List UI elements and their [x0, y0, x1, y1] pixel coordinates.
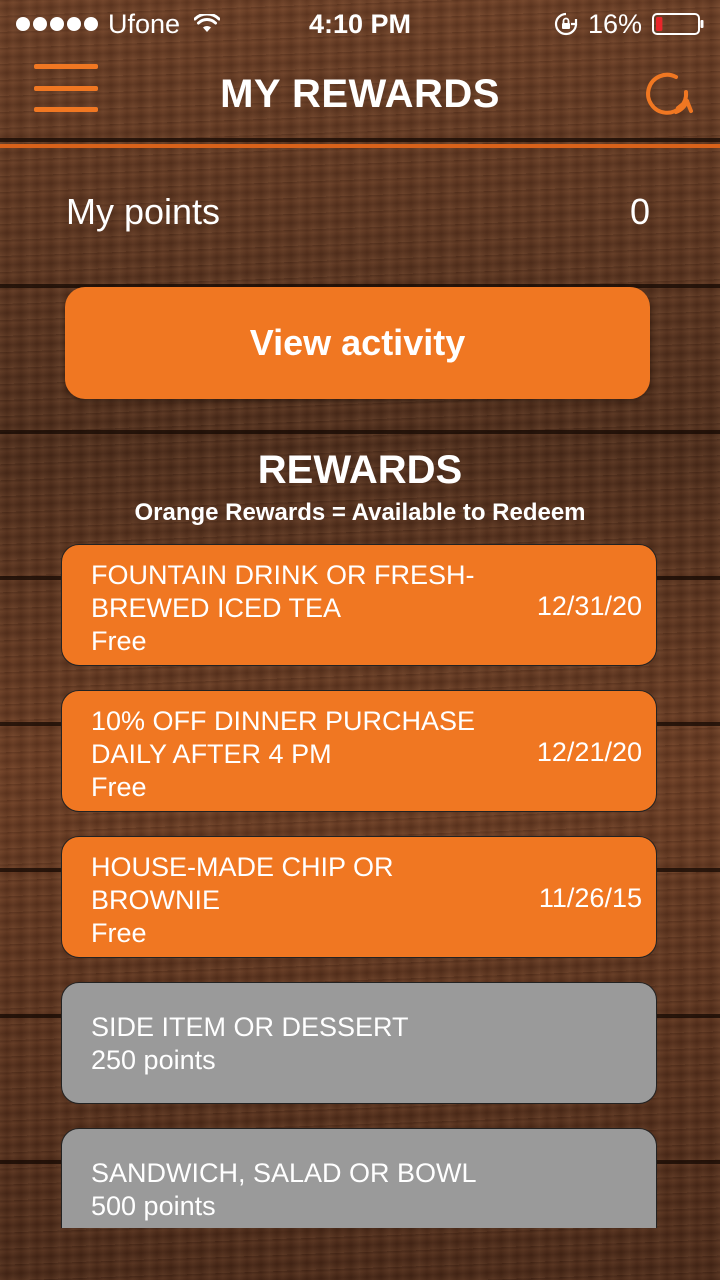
- battery-percent: 16%: [587, 8, 642, 39]
- reward-expiry-date: 12/31/20: [536, 591, 642, 621]
- reward-name: SANDWICH, SALAD OR BOWL: [91, 1158, 477, 1188]
- reward-cost: Free: [91, 918, 147, 948]
- view-activity-button[interactable]: View activity: [65, 287, 650, 399]
- battery-icon: [652, 13, 704, 35]
- reward-name: SIDE ITEM OR DESSERT: [91, 1012, 409, 1042]
- points-value: 0: [629, 191, 650, 232]
- rewards-title: REWARDS: [257, 448, 463, 492]
- points-row: My points 0: [66, 188, 650, 236]
- status-right: 16%: [554, 9, 704, 40]
- reward-card[interactable]: SIDE ITEM OR DESSERT 250 points: [61, 982, 657, 1104]
- reward-name: HOUSE-MADE CHIP OR BROWNIE: [91, 852, 394, 915]
- reward-expiry-date: 12/21/20: [536, 737, 642, 767]
- status-left: Ufone: [16, 9, 276, 40]
- orientation-lock-icon: [554, 12, 578, 36]
- reward-list: FOUNTAIN DRINK OR FRESH-BREWED ICED TEA …: [61, 544, 657, 1228]
- header-divider: [0, 144, 720, 148]
- reward-cost: Free: [91, 626, 147, 656]
- reward-name: FOUNTAIN DRINK OR FRESH-BREWED ICED TEA: [91, 560, 475, 623]
- rewards-subtitle: Orange Rewards = Available to Redeem: [134, 499, 586, 526]
- reward-name: 10% OFF DINNER PURCHASE DAILY AFTER 4 PM: [91, 706, 476, 769]
- reward-cost: 250 points: [91, 1045, 216, 1075]
- reward-cost: 500 points: [91, 1191, 216, 1221]
- refresh-icon[interactable]: [640, 68, 696, 120]
- status-bar: Ufone 4:10 PM 16%: [0, 0, 720, 48]
- reward-card[interactable]: HOUSE-MADE CHIP OR BROWNIE Free 11/26/15: [61, 836, 657, 958]
- reward-expiry-date: 11/26/15: [538, 883, 642, 913]
- page-title: MY REWARDS: [220, 72, 500, 116]
- signal-icon: [16, 17, 98, 31]
- reward-cost: Free: [91, 772, 147, 802]
- reward-card[interactable]: SANDWICH, SALAD OR BOWL 500 points: [61, 1128, 657, 1228]
- reward-card[interactable]: 10% OFF DINNER PURCHASE DAILY AFTER 4 PM…: [61, 690, 657, 812]
- wifi-icon: [194, 14, 221, 32]
- carrier-name: Ufone: [108, 8, 181, 39]
- app-header: MY REWARDS: [0, 48, 720, 144]
- reward-card[interactable]: FOUNTAIN DRINK OR FRESH-BREWED ICED TEA …: [61, 544, 657, 666]
- points-label: My points: [66, 191, 221, 232]
